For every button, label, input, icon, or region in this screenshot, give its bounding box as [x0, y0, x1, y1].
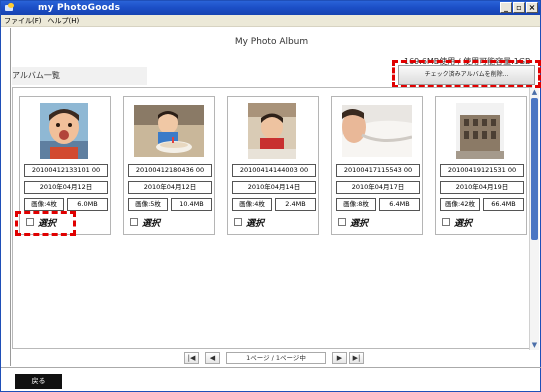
- vertical-scrollbar[interactable]: ▲ ▼: [529, 88, 539, 350]
- back-button[interactable]: 戻る: [15, 374, 62, 389]
- scroll-down-icon[interactable]: ▼: [530, 341, 539, 350]
- album-card[interactable]: 20100417115543 00 2010年04月17日 画像:8枚 6.4M…: [331, 96, 423, 235]
- album-id: 20100419121531 00: [440, 164, 524, 177]
- album-size: 10.4MB: [171, 198, 212, 211]
- title-bar: my PhotoGoods _ ▫ ×: [1, 1, 540, 15]
- close-button[interactable]: ×: [526, 2, 538, 13]
- album-date: 2010年04月17日: [336, 181, 420, 194]
- scroll-up-icon[interactable]: ▲: [530, 88, 539, 97]
- select-checkbox-row[interactable]: 選択: [130, 215, 160, 229]
- first-page-button[interactable]: |◀: [184, 352, 199, 364]
- album-thumbnail[interactable]: [342, 105, 412, 157]
- album-date: 2010年04月14日: [232, 181, 316, 194]
- select-label: 選択: [350, 218, 369, 229]
- app-icon: [4, 3, 16, 13]
- scroll-thumb[interactable]: [531, 98, 538, 240]
- album-image-count: 画像:4枚: [232, 198, 272, 211]
- menu-help[interactable]: ヘルプ(H): [48, 16, 80, 26]
- album-size: 2.4MB: [275, 198, 316, 211]
- window-title: my PhotoGoods: [38, 3, 121, 13]
- next-page-button[interactable]: ▶: [332, 352, 347, 364]
- select-checkbox[interactable]: [130, 218, 138, 226]
- album-card[interactable]: 20100412180436 00 2010年04月12日 画像:5枚 10.4…: [123, 96, 215, 235]
- album-list-label: アルバム一覧: [12, 67, 147, 85]
- prev-page-button[interactable]: ◀: [205, 352, 220, 364]
- album-image-count: 画像:42枚: [440, 198, 480, 211]
- album-id: 20100414144003 00: [232, 164, 316, 177]
- album-thumbnail[interactable]: [456, 103, 504, 159]
- album-image-count: 画像:8枚: [336, 198, 376, 211]
- select-highlight: [15, 211, 76, 236]
- minimize-button[interactable]: _: [500, 2, 512, 13]
- album-id: 20100412180436 00: [128, 164, 212, 177]
- last-page-button[interactable]: ▶|: [349, 352, 364, 364]
- album-size: 66.4MB: [483, 198, 524, 211]
- album-card[interactable]: 20100419121531 00 2010年04月19日 画像:42枚 66.…: [435, 96, 527, 235]
- select-label: 選択: [454, 218, 473, 229]
- album-date: 2010年04月19日: [440, 181, 524, 194]
- album-id: 20100417115543 00: [336, 164, 420, 177]
- album-thumbnail[interactable]: [134, 105, 204, 157]
- album-image-count: 画像:4枚: [24, 198, 64, 211]
- album-thumbnail[interactable]: [40, 103, 88, 159]
- select-checkbox[interactable]: [338, 218, 346, 226]
- album-card[interactable]: 20100414144003 00 2010年04月14日 画像:4枚 2.4M…: [227, 96, 319, 235]
- album-date: 2010年04月12日: [128, 181, 212, 194]
- page-title: My Photo Album: [234, 37, 309, 47]
- album-size: 6.4MB: [379, 198, 420, 211]
- maximize-button[interactable]: ▫: [513, 2, 525, 13]
- select-checkbox-row[interactable]: 選択: [338, 215, 368, 229]
- select-label: 選択: [142, 218, 161, 229]
- menu-file[interactable]: ファイル(F): [4, 16, 42, 26]
- album-image-count: 画像:5枚: [128, 198, 168, 211]
- album-thumbnail[interactable]: [248, 103, 296, 159]
- album-date: 2010年04月12日: [24, 181, 108, 194]
- album-id: 20100412133101 00: [24, 164, 108, 177]
- select-checkbox[interactable]: [234, 218, 242, 226]
- album-size: 6.0MB: [67, 198, 108, 211]
- select-checkbox-row[interactable]: 選択: [442, 215, 472, 229]
- page-indicator: 1ページ / 1ページ中: [226, 352, 326, 364]
- menu-bar: ファイル(F) ヘルプ(H): [1, 15, 540, 27]
- select-checkbox-row[interactable]: 選択: [234, 215, 264, 229]
- delete-button-highlight: [392, 60, 541, 88]
- select-checkbox[interactable]: [442, 218, 450, 226]
- select-label: 選択: [246, 218, 265, 229]
- app-window: my PhotoGoods _ ▫ × ファイル(F) ヘルプ(H) My Ph…: [0, 0, 541, 392]
- footer-divider: [1, 367, 541, 368]
